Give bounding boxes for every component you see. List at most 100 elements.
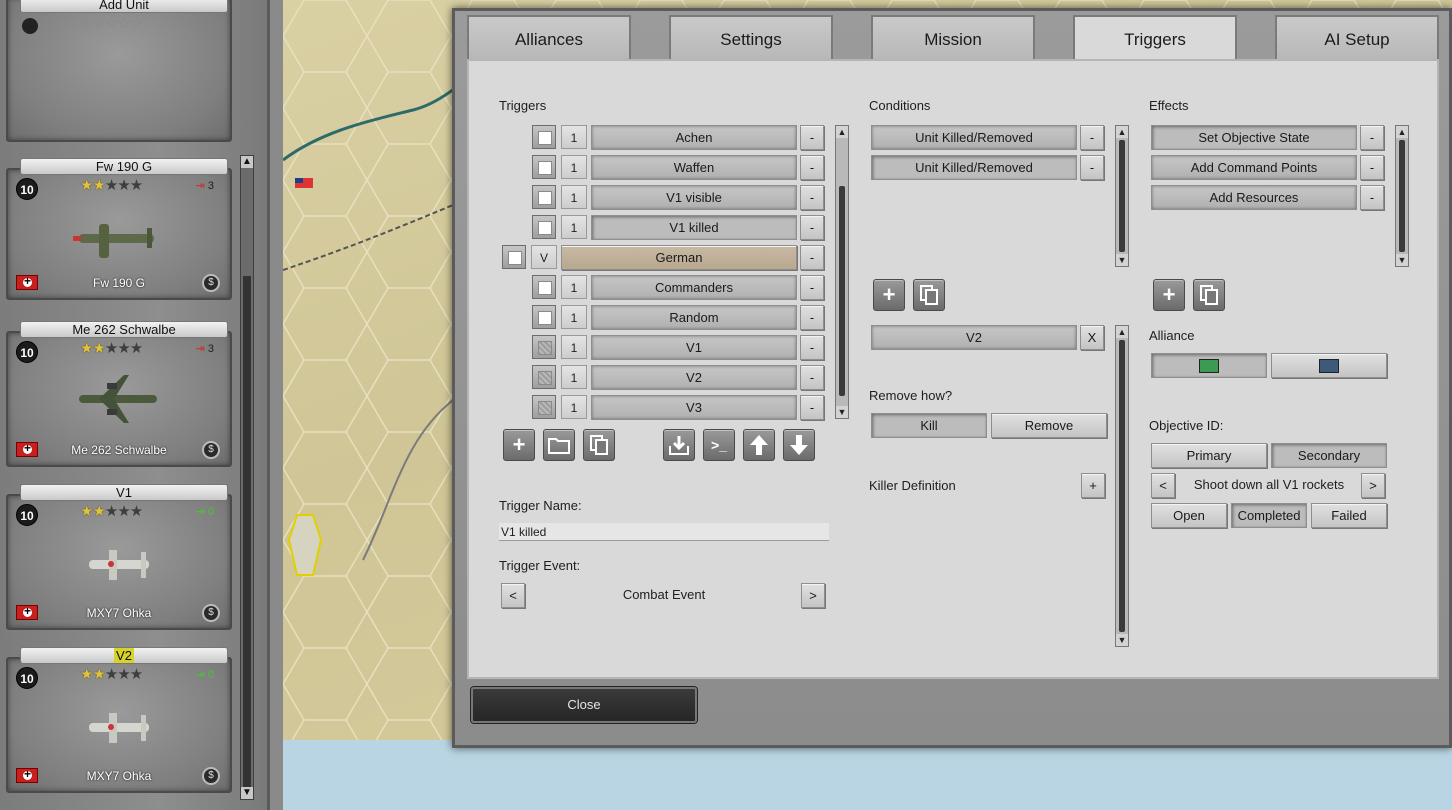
group-checkbox[interactable] — [502, 245, 526, 269]
scroll-down-icon[interactable]: ▼ — [1116, 254, 1128, 266]
trigger-checkbox[interactable] — [532, 275, 556, 299]
trigger-item[interactable]: Random — [591, 305, 797, 330]
effect-item[interactable]: Add Resources — [1151, 185, 1357, 210]
scroll-down-icon[interactable]: ▼ — [1116, 634, 1128, 646]
add-condition-icon[interactable]: + — [873, 279, 905, 311]
folder-icon[interactable] — [543, 429, 575, 461]
trigger-item[interactable]: V3 — [591, 395, 797, 420]
scroll-up-icon[interactable]: ▲ — [1116, 126, 1128, 138]
close-button[interactable]: Close — [471, 687, 697, 723]
trigger-checkbox[interactable] — [532, 215, 556, 239]
unit-card[interactable]: Me 262 Schwalbe 10 ★★★★★ ⇥ 3 Me 262 Schw… — [6, 321, 232, 467]
condition-remove-button[interactable]: - — [1080, 155, 1104, 180]
scroll-down-icon[interactable]: ▼ — [836, 406, 848, 418]
effect-item[interactable]: Add Command Points — [1151, 155, 1357, 180]
trigger-checkbox[interactable] — [532, 155, 556, 179]
condition-details-scrollbar[interactable]: ▲ ▼ — [1115, 325, 1129, 647]
trigger-item[interactable]: V1 — [591, 335, 797, 360]
trigger-remove-button[interactable]: - — [800, 275, 824, 300]
trigger-item[interactable]: Achen — [591, 125, 797, 150]
condition-remove-button[interactable]: - — [1080, 125, 1104, 150]
triggers-scrollbar[interactable]: ▲ ▼ — [835, 125, 849, 419]
trigger-remove-button[interactable]: - — [800, 155, 824, 180]
alliance-2-button[interactable] — [1271, 353, 1387, 378]
move-down-icon[interactable] — [783, 429, 815, 461]
scroll-thumb[interactable] — [243, 276, 251, 796]
scroll-thumb[interactable] — [1119, 140, 1125, 252]
scroll-up-icon[interactable]: ▲ — [1116, 326, 1128, 338]
trigger-item[interactable]: V2 — [591, 365, 797, 390]
trigger-checkbox[interactable] — [532, 305, 556, 329]
scroll-down-icon[interactable]: ▼ — [241, 787, 253, 799]
trigger-name-input[interactable]: V1 killed — [499, 523, 829, 541]
move-up-icon[interactable] — [743, 429, 775, 461]
condition-unit-field[interactable]: V2 — [871, 325, 1077, 350]
kill-option-button[interactable]: Kill — [871, 413, 987, 438]
trigger-remove-button[interactable]: - — [800, 335, 824, 360]
trigger-item[interactable]: V1 visible — [591, 185, 797, 210]
group-toggle[interactable]: V — [531, 245, 557, 269]
alliance-1-button[interactable] — [1151, 353, 1267, 378]
tab-ai-setup[interactable]: AI Setup — [1275, 15, 1439, 59]
console-icon[interactable]: >_ — [703, 429, 735, 461]
scroll-up-icon[interactable]: ▲ — [836, 126, 848, 138]
effects-scrollbar[interactable]: ▲ ▼ — [1395, 125, 1409, 267]
tab-alliances[interactable]: Alliances — [467, 15, 631, 59]
trigger-remove-button[interactable]: - — [800, 185, 824, 210]
secondary-button[interactable]: Secondary — [1271, 443, 1387, 468]
event-next-button[interactable]: > — [801, 583, 825, 608]
scroll-down-icon[interactable]: ▼ — [1396, 254, 1408, 266]
tab-triggers[interactable]: Triggers — [1073, 15, 1237, 63]
trigger-checkbox[interactable] — [532, 125, 556, 149]
import-icon[interactable] — [663, 429, 695, 461]
unit-card[interactable]: Fw 190 G 10 ★★★★★ ⇥ 3 Fw 190 G $ — [6, 158, 232, 300]
copy-effect-icon[interactable] — [1193, 279, 1225, 311]
effect-item-selected[interactable]: Set Objective State — [1151, 125, 1357, 150]
trigger-remove-button[interactable]: - — [800, 395, 824, 420]
trigger-remove-button[interactable]: - — [800, 365, 824, 390]
objective-next-button[interactable]: > — [1361, 473, 1385, 498]
trigger-checkbox[interactable] — [532, 335, 556, 359]
unit-card-add[interactable]: Add Unit ☆☆☆☆☆ — [6, 0, 232, 142]
trigger-remove-button[interactable]: - — [800, 305, 824, 330]
copy-icon[interactable] — [583, 429, 615, 461]
unit-list-scrollbar[interactable]: ▲ ▼ — [240, 155, 254, 800]
trigger-checkbox[interactable] — [532, 395, 556, 419]
condition-item-selected[interactable]: Unit Killed/Removed — [871, 155, 1077, 180]
trigger-group[interactable]: German — [561, 245, 797, 270]
trigger-item-selected[interactable]: V1 killed — [591, 215, 797, 240]
conditions-scrollbar[interactable]: ▲ ▼ — [1115, 125, 1129, 267]
scroll-up-icon[interactable]: ▲ — [241, 156, 253, 168]
add-effect-icon[interactable]: + — [1153, 279, 1185, 311]
effect-remove-button[interactable]: - — [1360, 125, 1384, 150]
primary-button[interactable]: Primary — [1151, 443, 1267, 468]
add-trigger-icon[interactable]: + — [503, 429, 535, 461]
tab-mission[interactable]: Mission — [871, 15, 1035, 59]
state-failed-button[interactable]: Failed — [1311, 503, 1387, 528]
scroll-up-icon[interactable]: ▲ — [1396, 126, 1408, 138]
tab-settings[interactable]: Settings — [669, 15, 833, 59]
scroll-thumb[interactable] — [1119, 340, 1125, 632]
state-completed-button[interactable]: Completed — [1231, 503, 1307, 528]
remove-option-button[interactable]: Remove — [991, 413, 1107, 438]
event-prev-button[interactable]: < — [501, 583, 525, 608]
objective-prev-button[interactable]: < — [1151, 473, 1175, 498]
scroll-thumb[interactable] — [1399, 140, 1405, 252]
trigger-item[interactable]: Waffen — [591, 155, 797, 180]
effect-remove-button[interactable]: - — [1360, 185, 1384, 210]
scroll-thumb[interactable] — [839, 186, 845, 396]
add-killer-button[interactable]: + — [1081, 473, 1105, 498]
trigger-remove-button[interactable]: - — [800, 215, 824, 240]
trigger-checkbox[interactable] — [532, 365, 556, 389]
trigger-item[interactable]: Commanders — [591, 275, 797, 300]
trigger-checkbox[interactable] — [532, 185, 556, 209]
copy-condition-icon[interactable] — [913, 279, 945, 311]
unit-card[interactable]: V1 10 ★★★★★ ⇥ 0 MXY7 Ohka $ — [6, 484, 232, 630]
clear-unit-button[interactable]: X — [1080, 325, 1104, 350]
condition-item[interactable]: Unit Killed/Removed — [871, 125, 1077, 150]
effect-remove-button[interactable]: - — [1360, 155, 1384, 180]
state-open-button[interactable]: Open — [1151, 503, 1227, 528]
trigger-remove-button[interactable]: - — [800, 125, 824, 150]
unit-card[interactable]: V2 10 ★★★★★ ⇥ 0 MXY7 Ohka $ — [6, 647, 232, 793]
trigger-remove-button[interactable]: - — [800, 245, 824, 270]
